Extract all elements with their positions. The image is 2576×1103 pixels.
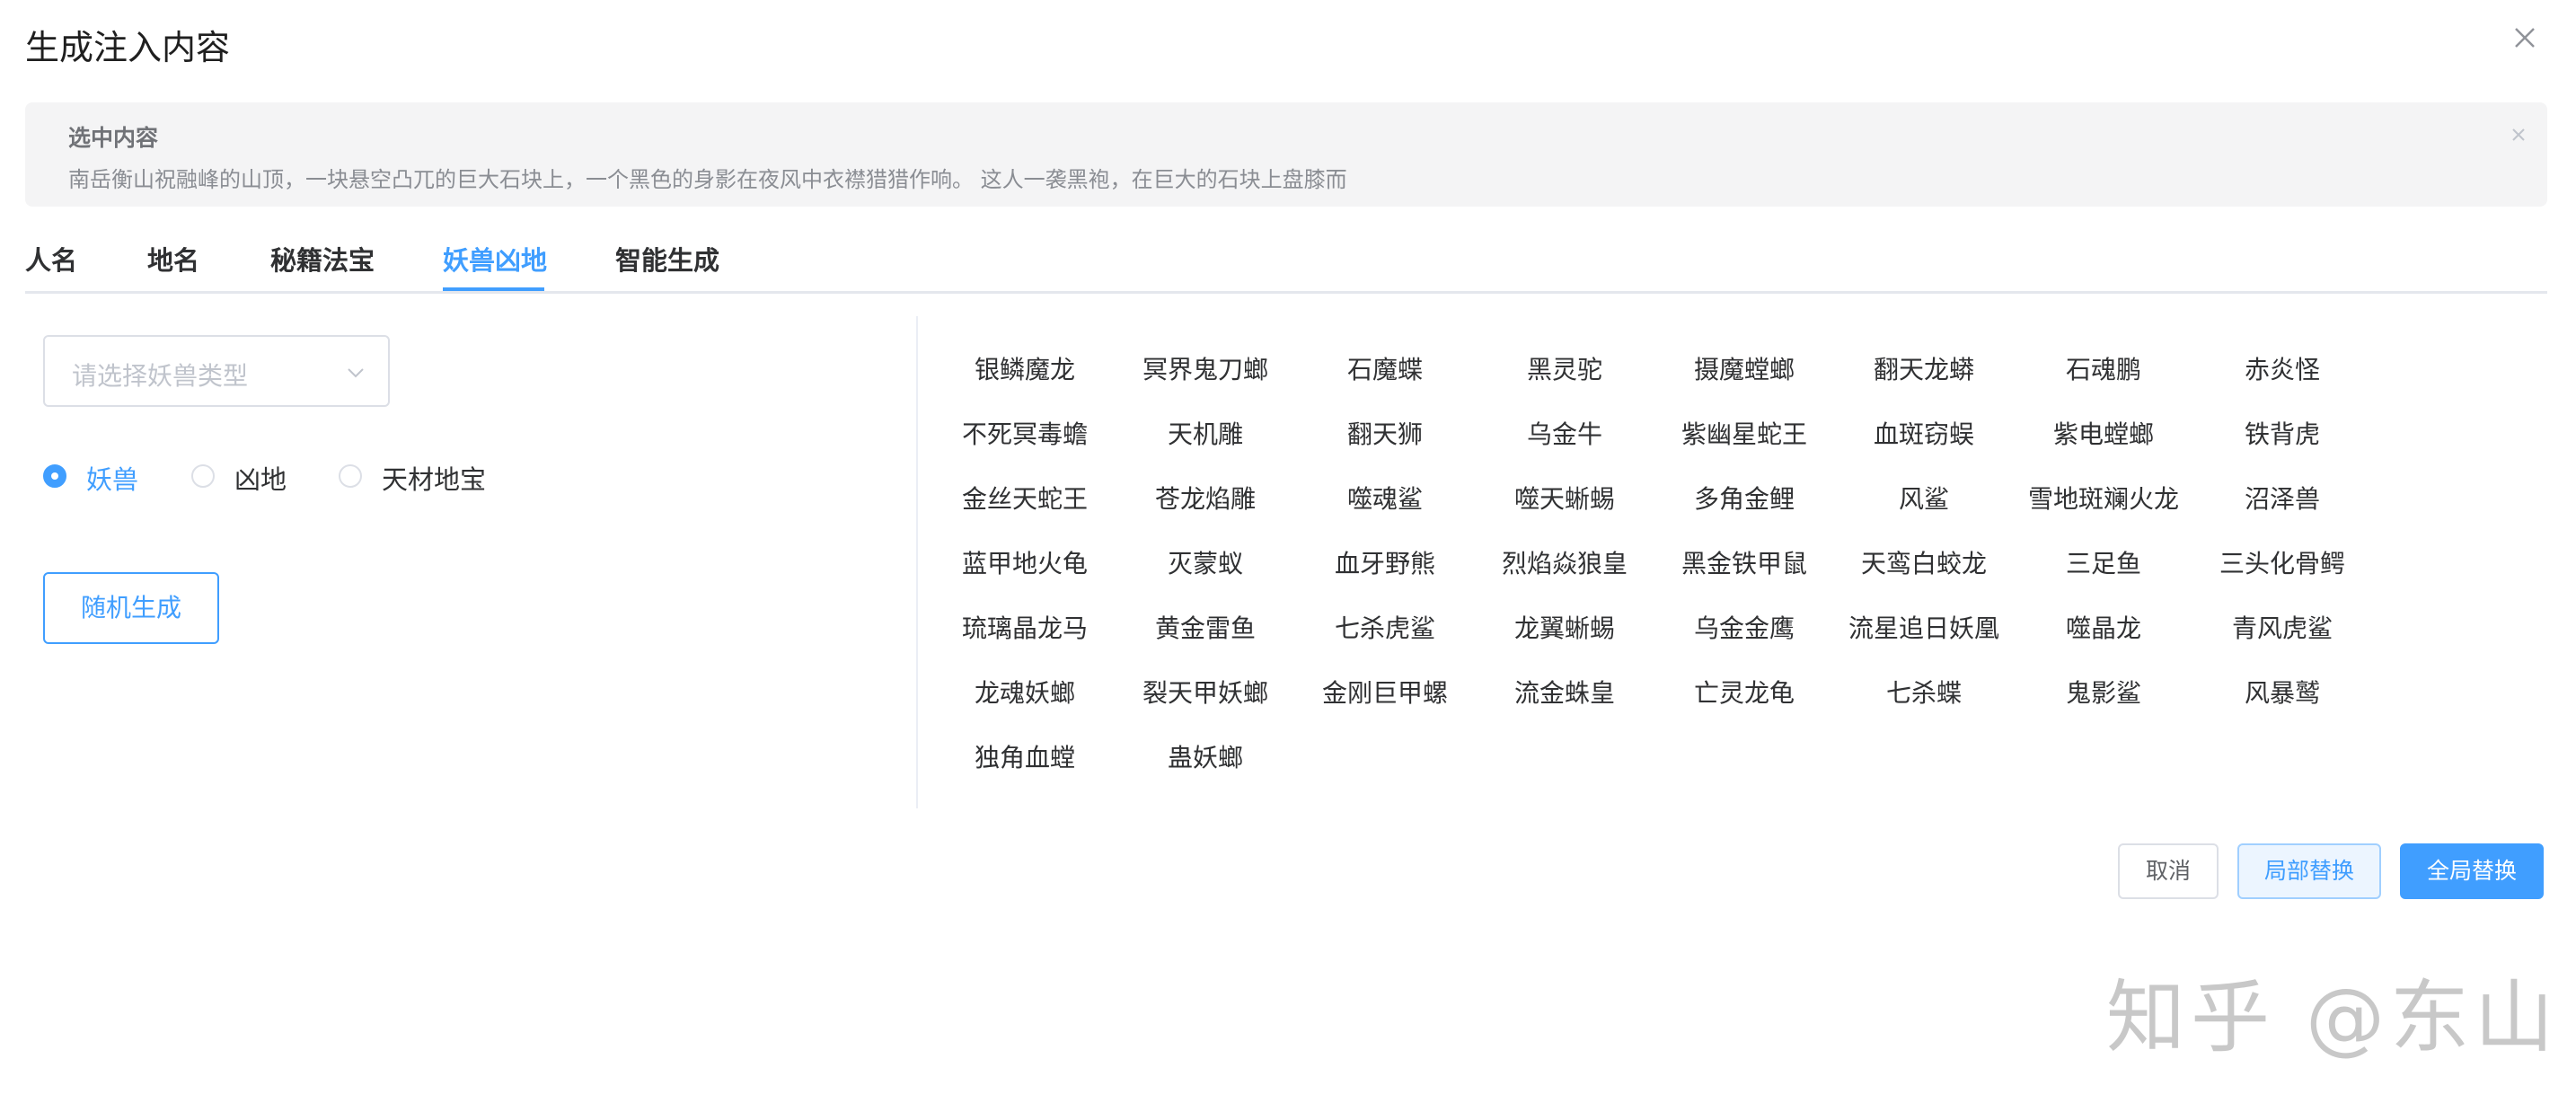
radio-circle bbox=[191, 464, 215, 488]
result-item[interactable]: 紫幽星蛇王 bbox=[1654, 415, 1834, 451]
result-item[interactable]: 蛊妖螂 bbox=[1116, 738, 1295, 774]
result-item[interactable]: 青风虎鲨 bbox=[2192, 609, 2372, 645]
result-item[interactable]: 天机雕 bbox=[1116, 415, 1295, 451]
result-item[interactable]: 乌金牛 bbox=[1475, 415, 1654, 451]
selected-content-panel: 选中内容 南岳衡山祝融峰的山顶，一块悬空凸兀的巨大石块上，一个黑色的身影在夜风中… bbox=[25, 102, 2547, 207]
result-item[interactable]: 烈焰焱狼皇 bbox=[1475, 544, 1654, 580]
dialog-title: 生成注入内容 bbox=[25, 28, 231, 67]
result-item[interactable]: 翻天狮 bbox=[1295, 415, 1475, 451]
active-tab-indicator bbox=[443, 287, 544, 291]
random-generate-button[interactable]: 随机生成 bbox=[43, 572, 219, 644]
chevron-down-icon bbox=[348, 368, 364, 378]
selected-content-title: 选中内容 bbox=[68, 125, 159, 151]
local-replace-button[interactable]: 局部替换 bbox=[2237, 843, 2381, 899]
close-icon[interactable] bbox=[2509, 22, 2541, 54]
radio-circle bbox=[43, 464, 66, 488]
result-item[interactable]: 风暴鹫 bbox=[2192, 674, 2372, 710]
global-replace-button[interactable]: 全局替换 bbox=[2400, 843, 2544, 899]
result-item[interactable]: 多角金鲤 bbox=[1654, 480, 1834, 516]
result-item[interactable]: 独角血螳 bbox=[935, 738, 1115, 774]
result-item[interactable]: 金丝天蛇王 bbox=[935, 480, 1115, 516]
result-item[interactable]: 灭蒙蚁 bbox=[1116, 544, 1295, 580]
result-item[interactable]: 不死冥毒蟾 bbox=[935, 415, 1115, 451]
tab-place-name[interactable]: 地名 bbox=[147, 240, 199, 278]
result-item[interactable]: 噬魂鲨 bbox=[1295, 480, 1475, 516]
result-item[interactable]: 乌金金鹰 bbox=[1654, 609, 1834, 645]
result-item[interactable]: 三足鱼 bbox=[2014, 544, 2193, 580]
result-item[interactable]: 亡灵龙龟 bbox=[1654, 674, 1834, 710]
tab-secret-treasure[interactable]: 秘籍法宝 bbox=[270, 240, 375, 278]
result-item[interactable]: 七杀虎鲨 bbox=[1295, 609, 1475, 645]
result-item[interactable]: 血斑窃蜈 bbox=[1834, 415, 2014, 451]
watermark: 知乎 @东山 bbox=[2106, 971, 2559, 1063]
result-item[interactable]: 苍龙焰雕 bbox=[1116, 480, 1295, 516]
result-item[interactable]: 雪地斑斓火龙 bbox=[2014, 480, 2193, 516]
result-item[interactable]: 七杀蝶 bbox=[1834, 674, 2014, 710]
result-item[interactable]: 石魔蝶 bbox=[1295, 350, 1475, 386]
result-item[interactable]: 血牙野熊 bbox=[1295, 544, 1475, 580]
result-item[interactable]: 紫电螳螂 bbox=[2014, 415, 2193, 451]
result-item[interactable]: 黄金雷鱼 bbox=[1116, 609, 1295, 645]
result-item[interactable]: 铁背虎 bbox=[2192, 415, 2372, 451]
beast-type-select[interactable]: 请选择妖兽类型 bbox=[43, 335, 390, 407]
result-item[interactable]: 风鲨 bbox=[1834, 480, 2014, 516]
result-item[interactable]: 噬天蜥蜴 bbox=[1475, 480, 1654, 516]
result-item[interactable]: 赤炎怪 bbox=[2192, 350, 2372, 386]
result-item[interactable]: 天鸾白蛟龙 bbox=[1834, 544, 2014, 580]
radio-label: 妖兽 bbox=[86, 464, 139, 495]
result-item[interactable]: 噬晶龙 bbox=[2014, 609, 2193, 645]
radio-label: 凶地 bbox=[234, 464, 287, 495]
result-item[interactable]: 冥界鬼刀螂 bbox=[1116, 350, 1295, 386]
tab-beast-land[interactable]: 妖兽凶地 bbox=[443, 240, 547, 278]
result-item[interactable]: 石魂鹏 bbox=[2014, 350, 2193, 386]
result-item[interactable]: 流星追日妖凰 bbox=[1834, 609, 2014, 645]
result-item[interactable]: 鬼影鲨 bbox=[2014, 674, 2193, 710]
result-item[interactable]: 琉璃晶龙马 bbox=[935, 609, 1115, 645]
result-item[interactable]: 沼泽兽 bbox=[2192, 480, 2372, 516]
result-item[interactable]: 蓝甲地火龟 bbox=[935, 544, 1115, 580]
result-item[interactable]: 翻天龙蟒 bbox=[1834, 350, 2014, 386]
result-item[interactable]: 龙翼蜥蜴 bbox=[1475, 609, 1654, 645]
tab-bar: 人名 地名 秘籍法宝 妖兽凶地 智能生成 bbox=[25, 235, 2547, 294]
vertical-divider bbox=[916, 316, 918, 808]
dismiss-icon[interactable] bbox=[2509, 125, 2528, 145]
radio-label: 天材地宝 bbox=[382, 464, 487, 495]
tab-person-name[interactable]: 人名 bbox=[25, 240, 77, 278]
tab-smart-generate[interactable]: 智能生成 bbox=[615, 240, 719, 278]
result-item[interactable]: 黑灵驼 bbox=[1475, 350, 1654, 386]
result-item[interactable]: 金刚巨甲螺 bbox=[1295, 674, 1475, 710]
cancel-button[interactable]: 取消 bbox=[2118, 843, 2219, 899]
result-item[interactable]: 三头化骨鳄 bbox=[2192, 544, 2372, 580]
select-placeholder: 请选择妖兽类型 bbox=[72, 361, 249, 391]
result-item[interactable]: 摄魔螳螂 bbox=[1654, 350, 1834, 386]
selected-content-text: 南岳衡山祝融峰的山顶，一块悬空凸兀的巨大石块上，一个黑色的身影在夜风中衣襟猎猎作… bbox=[68, 167, 1347, 192]
result-item[interactable]: 流金蛛皇 bbox=[1475, 674, 1654, 710]
result-item[interactable]: 银鳞魔龙 bbox=[935, 350, 1115, 386]
result-item[interactable]: 裂天甲妖螂 bbox=[1116, 674, 1295, 710]
radio-circle bbox=[339, 464, 362, 488]
result-item[interactable]: 龙魂妖螂 bbox=[935, 674, 1115, 710]
result-item[interactable]: 黑金铁甲鼠 bbox=[1654, 544, 1834, 580]
